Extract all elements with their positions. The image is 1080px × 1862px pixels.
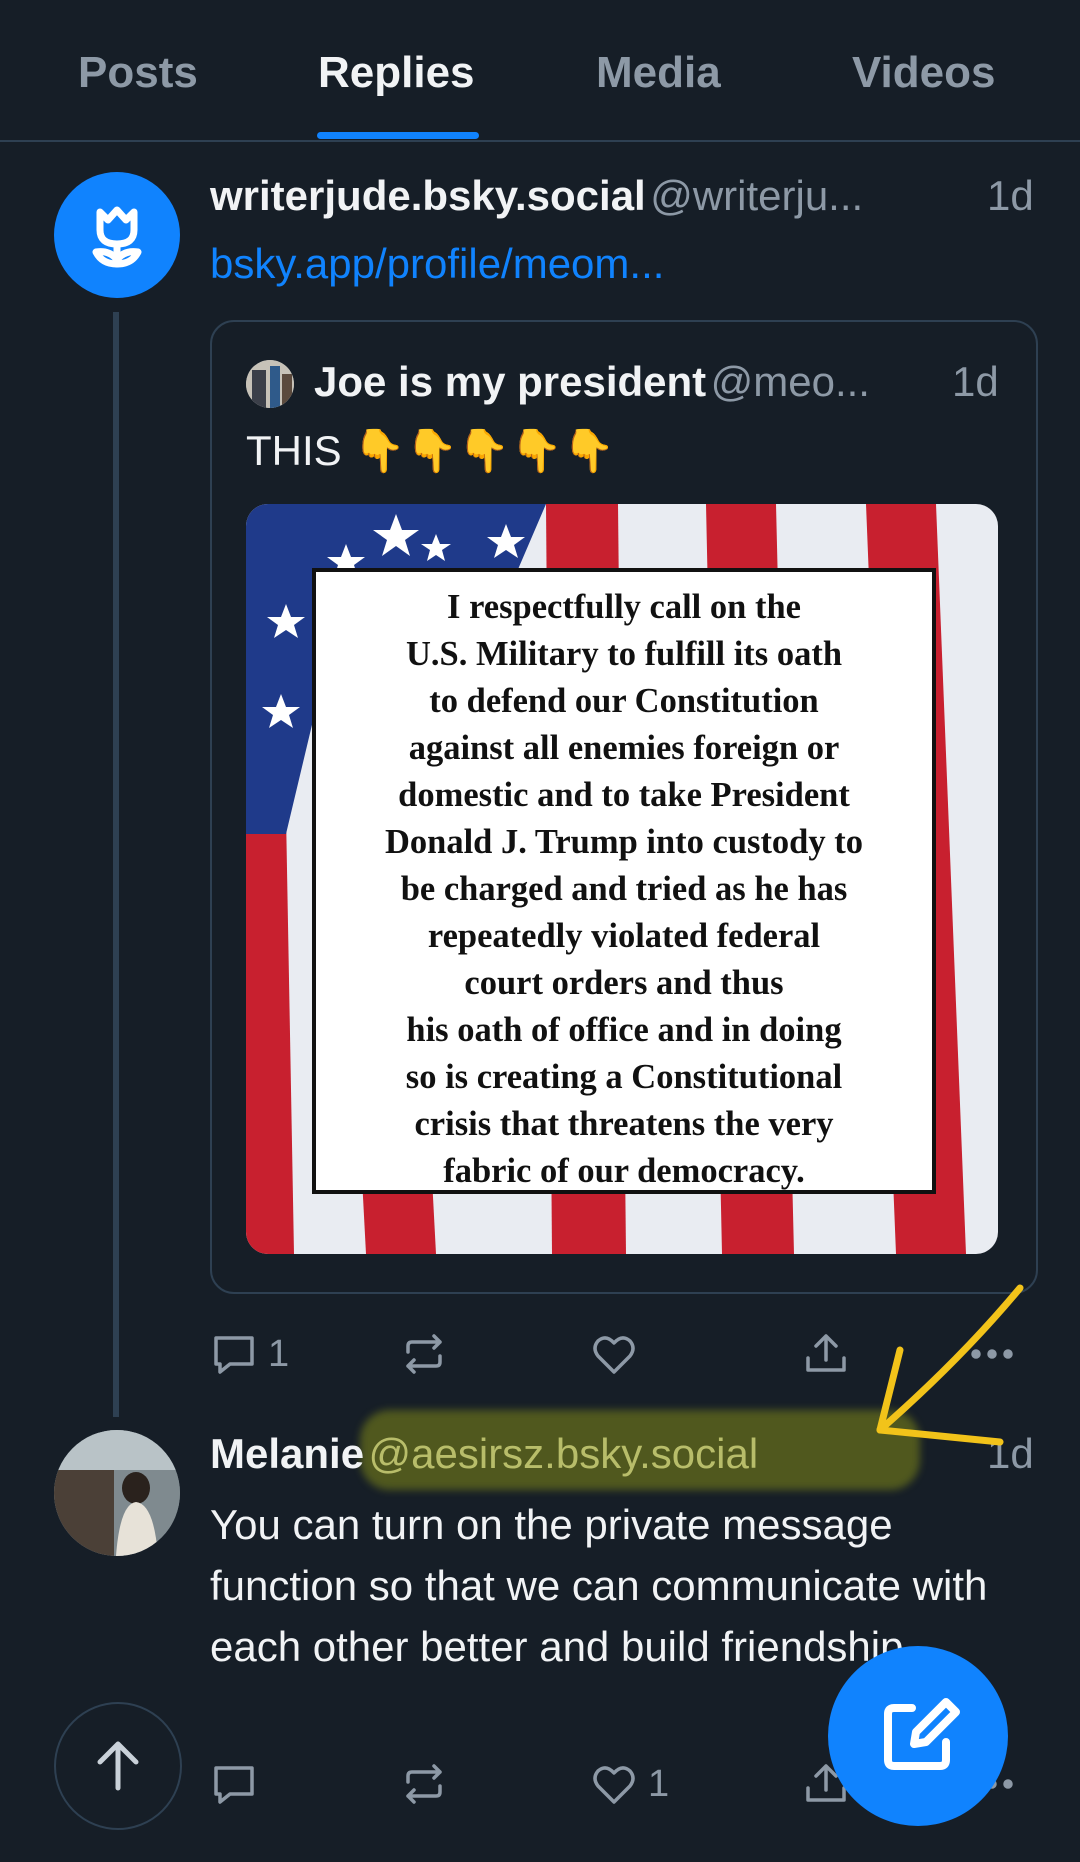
post1-reply-button[interactable]: 1 — [210, 1330, 289, 1378]
quote-handle[interactable]: @meo... — [711, 358, 870, 405]
post2-handle[interactable]: @aesirsz.bsky.social — [369, 1430, 759, 1477]
flower-icon — [92, 206, 142, 268]
post2-like-count: 1 — [648, 1762, 670, 1805]
tab-replies[interactable]: Replies — [318, 48, 475, 98]
quote-timestamp[interactable]: 1d — [952, 358, 999, 406]
post1-display-name[interactable]: writerjude.bsky.social — [210, 172, 646, 219]
post1-share-button[interactable] — [802, 1330, 850, 1378]
tab-videos[interactable]: Videos — [852, 48, 995, 98]
reply-icon — [214, 1766, 254, 1804]
post1-avatar[interactable] — [54, 172, 180, 298]
post1-like-button[interactable] — [590, 1330, 638, 1378]
scroll-to-top-button[interactable] — [54, 1702, 182, 1830]
repost-icon — [406, 1334, 442, 1374]
post2-header: Melanie @aesirsz.bsky.social — [210, 1430, 758, 1478]
like-icon — [593, 1336, 635, 1374]
compose-button[interactable] — [828, 1646, 1008, 1826]
thread-connector — [113, 312, 119, 1417]
post2-like-button[interactable]: 1 — [590, 1760, 669, 1808]
repost-icon — [406, 1764, 442, 1804]
annotation-arrow-icon — [876, 1284, 1024, 1446]
quote-text: THIS 👇👇👇👇👇 — [246, 427, 615, 474]
post1-header: writerjude.bsky.social @writerju... — [210, 172, 863, 220]
sign-text: I respectfully call on the U.S. Military… — [385, 588, 863, 1190]
quote-image-sign: I respectfully call on the U.S. Military… — [312, 568, 936, 1194]
active-tab-indicator — [317, 132, 479, 139]
arrow-up-icon — [97, 1741, 139, 1791]
post1-timestamp[interactable]: 1d — [987, 172, 1034, 220]
post1-handle[interactable]: @writerju... — [650, 172, 863, 219]
quote-header: Joe is my president @meo... — [314, 358, 870, 406]
post2-display-name[interactable]: Melanie — [210, 1430, 364, 1477]
post1-reply-count: 1 — [268, 1332, 290, 1375]
like-icon — [593, 1766, 635, 1804]
tab-posts[interactable]: Posts — [78, 48, 198, 98]
tab-media[interactable]: Media — [596, 48, 721, 98]
post2-reply-button[interactable] — [210, 1760, 258, 1808]
share-icon — [806, 1334, 846, 1372]
profile-tabs: Posts Replies Media Videos — [0, 0, 1080, 142]
quote-display-name[interactable]: Joe is my president — [314, 358, 706, 405]
quote-avatar-image — [246, 360, 294, 408]
post1-repost-button[interactable] — [400, 1330, 448, 1378]
post1-link[interactable]: bsky.app/profile/meom... — [210, 240, 664, 288]
quote-avatar[interactable] — [246, 360, 294, 408]
post2-repost-button[interactable] — [400, 1760, 448, 1808]
reply-icon — [214, 1336, 254, 1374]
compose-icon — [884, 1698, 960, 1770]
post2-avatar[interactable] — [54, 1430, 180, 1556]
post2-avatar-image — [54, 1430, 180, 1556]
